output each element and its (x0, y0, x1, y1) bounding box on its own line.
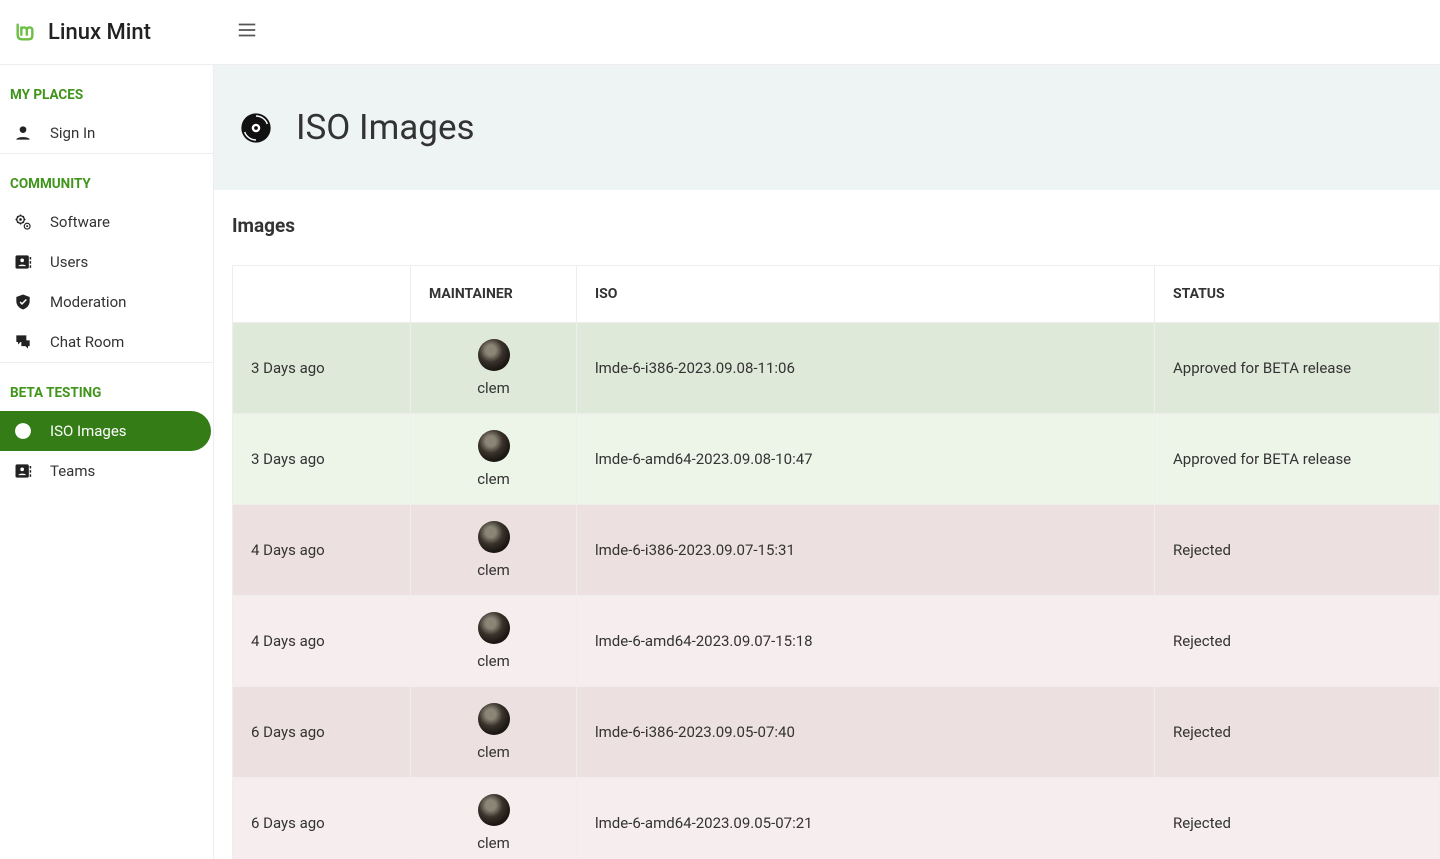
cell-iso: lmde-6-i386-2023.09.05-07:40 (577, 687, 1155, 778)
cell-iso: lmde-6-amd64-2023.09.05-07:21 (577, 778, 1155, 859)
maintainer-name: clem (429, 470, 558, 488)
cell-status: Approved for BETA release (1155, 414, 1440, 505)
brand-name: Linux Mint (48, 20, 151, 45)
sidebar-group-header: MY PLACES (0, 65, 213, 113)
sidebar-item-label: Users (50, 253, 88, 271)
sidebar-group-header: BETA TESTING (0, 363, 213, 411)
linux-mint-logo-icon (14, 21, 36, 43)
page-title: ISO Images (296, 107, 475, 148)
shield-icon (10, 292, 36, 312)
sidebar: MY PLACES Sign In COMMUNITY Software Users Mo… (0, 65, 214, 859)
avatar (478, 521, 510, 553)
hamburger-icon (236, 19, 258, 41)
cell-status: Rejected (1155, 505, 1440, 596)
cell-maintainer: clem (411, 687, 577, 778)
cell-maintainer: clem (411, 596, 577, 687)
maintainer-name: clem (429, 652, 558, 670)
maintainer-name: clem (429, 743, 558, 761)
album-icon (10, 421, 36, 441)
cell-age: 4 Days ago (233, 596, 411, 687)
table-row[interactable]: 3 Days ago clem lmde-6-i386-2023.09.08-11:… (233, 323, 1440, 414)
table-row[interactable]: 3 Days ago clem lmde-6-amd64-2023.09.08-10… (233, 414, 1440, 505)
cell-iso: lmde-6-amd64-2023.09.08-10:47 (577, 414, 1155, 505)
sidebar-item-label: ISO Images (50, 422, 127, 440)
col-header-maintainer: MAINTAINER (411, 266, 577, 323)
avatar (478, 430, 510, 462)
sidebar-item-teams[interactable]: Teams (0, 451, 213, 491)
cell-status: Rejected (1155, 687, 1440, 778)
col-header-status: STATUS (1155, 266, 1440, 323)
cell-maintainer: clem (411, 323, 577, 414)
avatar (478, 703, 510, 735)
sidebar-item-users[interactable]: Users (0, 242, 213, 282)
table-row[interactable]: 4 Days ago clem lmde-6-amd64-2023.09.07-15… (233, 596, 1440, 687)
cell-maintainer: clem (411, 505, 577, 596)
iso-table: MAINTAINER ISO STATUS 3 Days ago clem lmde… (232, 265, 1440, 859)
brand[interactable]: Linux Mint (14, 20, 214, 45)
cell-age: 6 Days ago (233, 687, 411, 778)
page-title-bar: ISO Images (214, 65, 1440, 190)
maintainer-name: clem (429, 834, 558, 852)
menu-toggle-button[interactable] (236, 19, 258, 45)
sidebar-item-label: Sign In (50, 124, 95, 142)
table-row[interactable]: 6 Days ago clem lmde-6-amd64-2023.09.05-07… (233, 778, 1440, 859)
person-icon (10, 123, 36, 143)
maintainer-name: clem (429, 561, 558, 579)
cell-age: 3 Days ago (233, 323, 411, 414)
cell-age: 3 Days ago (233, 414, 411, 505)
col-header-iso: ISO (577, 266, 1155, 323)
app-header: Linux Mint (0, 0, 1440, 65)
sidebar-item-label: Moderation (50, 293, 126, 311)
gears-icon (10, 212, 36, 232)
cell-status: Approved for BETA release (1155, 323, 1440, 414)
qa-icon (10, 332, 36, 352)
sidebar-group-header: COMMUNITY (0, 154, 213, 202)
cell-maintainer: clem (411, 778, 577, 859)
cell-iso: lmde-6-i386-2023.09.07-15:31 (577, 505, 1155, 596)
cell-maintainer: clem (411, 414, 577, 505)
avatar (478, 612, 510, 644)
avatar (478, 794, 510, 826)
cell-age: 6 Days ago (233, 778, 411, 859)
sidebar-item-signin[interactable]: Sign In (0, 113, 213, 153)
table-row[interactable]: 4 Days ago clem lmde-6-i386-2023.09.07-15:… (233, 505, 1440, 596)
contacts-icon (10, 461, 36, 481)
sidebar-item-label: Software (50, 213, 110, 231)
cell-iso: lmde-6-i386-2023.09.08-11:06 (577, 323, 1155, 414)
main-content: ISO Images Images MAINTAINER ISO STATUS … (214, 65, 1440, 859)
sidebar-item-software[interactable]: Software (0, 202, 213, 242)
sidebar-item-iso[interactable]: ISO Images (0, 411, 211, 451)
cell-status: Rejected (1155, 778, 1440, 859)
sidebar-item-chat[interactable]: Chat Room (0, 322, 213, 362)
album-icon (240, 112, 272, 144)
avatar (478, 339, 510, 371)
cell-iso: lmde-6-amd64-2023.09.07-15:18 (577, 596, 1155, 687)
sidebar-item-label: Teams (50, 462, 95, 480)
images-card: Images MAINTAINER ISO STATUS 3 Days ago c… (214, 190, 1440, 859)
sidebar-item-moderation[interactable]: Moderation (0, 282, 213, 322)
maintainer-name: clem (429, 379, 558, 397)
table-row[interactable]: 6 Days ago clem lmde-6-i386-2023.09.05-07:… (233, 687, 1440, 778)
col-header-age (233, 266, 411, 323)
cell-status: Rejected (1155, 596, 1440, 687)
cell-age: 4 Days ago (233, 505, 411, 596)
contacts-icon (10, 252, 36, 272)
sidebar-item-label: Chat Room (50, 333, 124, 351)
card-heading: Images (232, 214, 1440, 237)
